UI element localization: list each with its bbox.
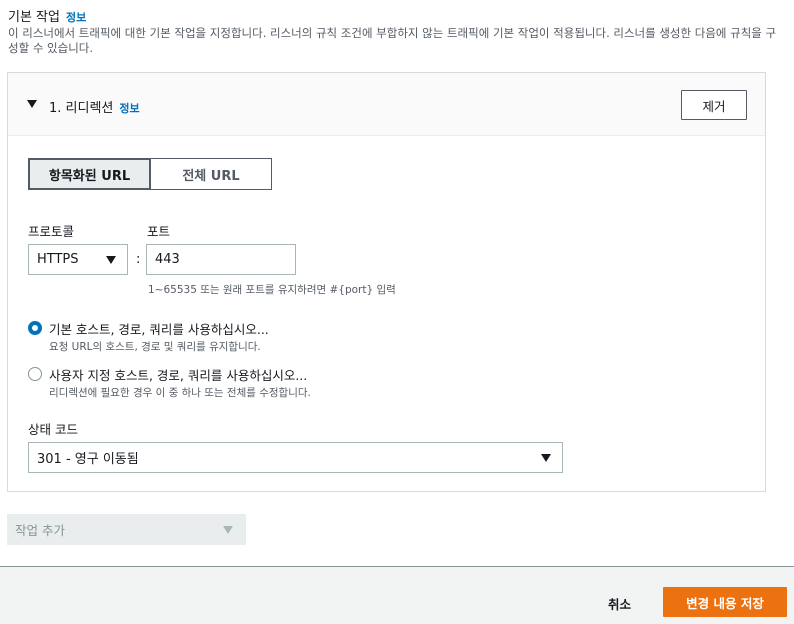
radio-custom-host-label[interactable]: 사용자 지정 호스트, 경로, 쿼리를 사용하십시오...: [49, 365, 307, 384]
port-hint: 1~65535 또는 원래 포트를 유지하려면 #{port} 입력: [148, 284, 396, 296]
panel-title-text: 1. 리디렉션: [49, 101, 114, 116]
chevron-down-icon: [223, 526, 233, 534]
chevron-down-icon: [541, 454, 551, 462]
panel-title: 1. 리디렉션 정보: [49, 97, 140, 116]
radio-default-host[interactable]: [28, 321, 42, 335]
status-code-label: 상태 코드: [28, 422, 78, 437]
cancel-button[interactable]: 취소: [608, 594, 631, 613]
add-action-select[interactable]: 작업 추가: [7, 514, 246, 545]
status-code-select[interactable]: 301 - 영구 이동됨: [28, 442, 563, 473]
port-label: 포트: [147, 224, 171, 239]
status-code-value: 301 - 영구 이동됨: [37, 452, 139, 467]
protocol-select[interactable]: HTTPS: [28, 244, 128, 275]
panel-info-link[interactable]: 정보: [119, 102, 139, 115]
tab-full-url[interactable]: 전체 URL: [150, 158, 272, 190]
save-changes-button[interactable]: 변경 내용 저장: [663, 587, 787, 617]
tab-itemized-url[interactable]: 항목화된 URL: [28, 158, 151, 190]
collapse-caret-icon[interactable]: [27, 100, 37, 108]
radio-default-host-label[interactable]: 기본 호스트, 경로, 쿼리를 사용하십시오...: [49, 319, 269, 338]
radio-custom-host-description: 리디렉션에 필요한 경우 이 중 하나 또는 전체를 수정합니다.: [49, 387, 311, 399]
port-input[interactable]: [146, 244, 296, 275]
redirect-action-panel: 1. 리디렉션 정보 제거 항목화된 URL 전체 URL 프로토콜 포트 HTT…: [7, 72, 766, 492]
section-description: 이 리스너에서 트래픽에 대한 기본 작업을 지정합니다. 리스너의 규칙 조건…: [8, 26, 777, 55]
protocol-port-separator: :: [136, 252, 141, 267]
chevron-down-icon: [106, 256, 116, 264]
remove-button[interactable]: 제거: [681, 90, 747, 120]
radio-custom-host[interactable]: [28, 367, 42, 381]
add-action-label: 작업 추가: [15, 523, 65, 538]
protocol-select-value: HTTPS: [37, 252, 79, 267]
protocol-label: 프로토콜: [28, 224, 75, 239]
panel-header: 1. 리디렉션 정보 제거: [8, 73, 765, 136]
radio-default-host-description: 요청 URL의 호스트, 경로 및 쿼리를 유지합니다.: [49, 341, 261, 353]
section-title-text: 기본 작업: [8, 10, 60, 25]
info-link[interactable]: 정보: [66, 11, 86, 24]
section-title: 기본 작업 정보: [8, 6, 86, 25]
